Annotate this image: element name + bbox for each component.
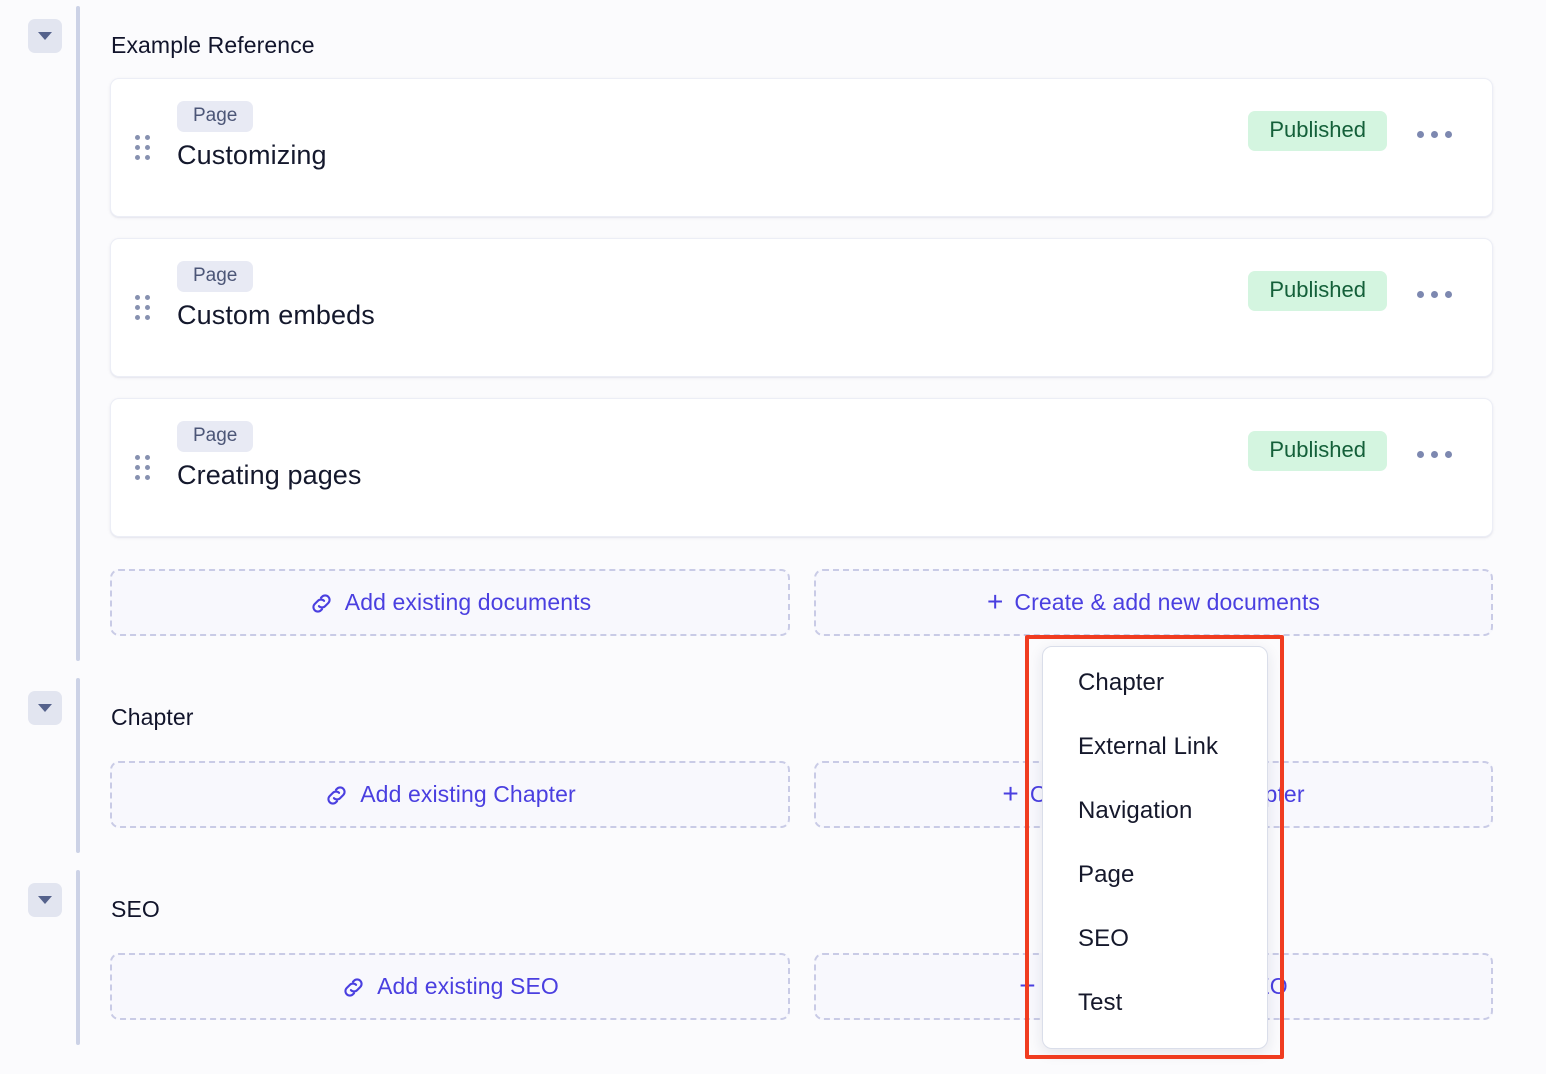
drag-handle-icon[interactable] xyxy=(135,135,151,161)
drag-handle-icon[interactable] xyxy=(135,455,151,481)
collapse-toggle-chapter[interactable] xyxy=(28,691,62,725)
document-list-page: Example Reference Page Customizing Publi… xyxy=(0,0,1546,1074)
menu-item-chapter[interactable]: Chapter xyxy=(1043,651,1267,715)
create-add-new-documents-button[interactable]: + Create & add new documents xyxy=(814,569,1493,636)
more-options-icon[interactable] xyxy=(1411,283,1457,305)
add-existing-documents-button[interactable]: Add existing documents xyxy=(110,569,790,636)
add-existing-seo-button[interactable]: Add existing SEO xyxy=(110,953,790,1020)
plus-icon: + xyxy=(987,588,1003,616)
menu-item-external-link[interactable]: External Link xyxy=(1043,715,1267,779)
button-label: Add existing SEO xyxy=(377,973,559,1000)
status-badge: Published xyxy=(1248,431,1387,471)
document-type-badge: Page xyxy=(177,101,253,132)
section-title: SEO xyxy=(111,896,160,923)
document-title: Custom embeds xyxy=(177,300,375,331)
section-title: Example Reference xyxy=(111,32,315,59)
chevron-down-icon xyxy=(38,896,52,904)
document-title: Creating pages xyxy=(177,460,362,491)
document-card[interactable]: Page Customizing Published xyxy=(110,78,1493,217)
drag-handle-icon[interactable] xyxy=(135,295,151,321)
button-label: Add existing documents xyxy=(345,589,591,616)
plus-icon: + xyxy=(1019,972,1035,1000)
chevron-down-icon xyxy=(38,704,52,712)
link-icon xyxy=(309,591,334,616)
document-type-badge: Page xyxy=(177,261,253,292)
document-title: Customizing xyxy=(177,140,327,171)
button-label: Add existing Chapter xyxy=(360,781,576,808)
button-label: Create & add new documents xyxy=(1014,589,1320,616)
collapse-toggle-example-reference[interactable] xyxy=(28,19,62,53)
document-card[interactable]: Page Creating pages Published xyxy=(110,398,1493,537)
status-badge: Published xyxy=(1248,271,1387,311)
add-existing-chapter-button[interactable]: Add existing Chapter xyxy=(110,761,790,828)
section-rail xyxy=(76,870,80,1045)
link-icon xyxy=(324,783,349,808)
section-title: Chapter xyxy=(111,704,194,731)
document-type-dropdown-menu[interactable]: Chapter External Link Navigation Page SE… xyxy=(1042,646,1268,1049)
status-badge: Published xyxy=(1248,111,1387,151)
menu-item-navigation[interactable]: Navigation xyxy=(1043,779,1267,843)
document-card[interactable]: Page Custom embeds Published xyxy=(110,238,1493,377)
document-type-badge: Page xyxy=(177,421,253,452)
more-options-icon[interactable] xyxy=(1411,123,1457,145)
collapse-toggle-seo[interactable] xyxy=(28,883,62,917)
menu-item-page[interactable]: Page xyxy=(1043,843,1267,907)
chevron-down-icon xyxy=(38,32,52,40)
menu-item-seo[interactable]: SEO xyxy=(1043,907,1267,971)
more-options-icon[interactable] xyxy=(1411,443,1457,465)
menu-item-test[interactable]: Test xyxy=(1043,971,1267,1035)
section-rail xyxy=(76,678,80,853)
section-rail xyxy=(76,6,80,661)
link-icon xyxy=(341,975,366,1000)
plus-icon: + xyxy=(1002,780,1018,808)
